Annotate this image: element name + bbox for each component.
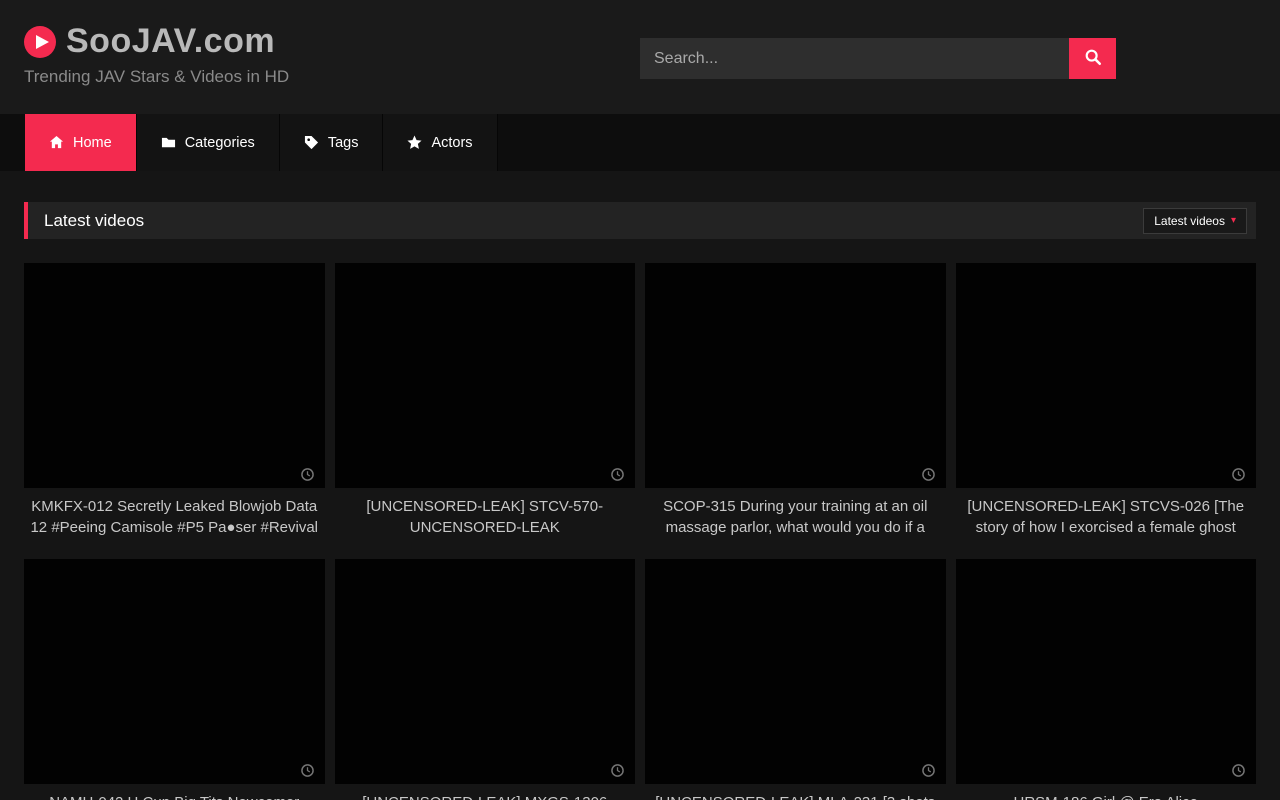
duration-clock-icon — [611, 764, 624, 777]
video-thumbnail[interactable] — [645, 263, 946, 488]
video-card[interactable]: [UNCENSORED-LEAK] MXGS-1306 Absolutely — [335, 559, 636, 800]
video-title[interactable]: HRSM-186 Girl @ Era Alice — [956, 793, 1257, 800]
search-button[interactable] — [1069, 38, 1116, 79]
video-card[interactable]: [UNCENSORED-LEAK] STCVS-026 [The story o… — [956, 263, 1257, 538]
nav-item-actors[interactable]: Actors — [383, 114, 497, 171]
home-icon — [49, 135, 64, 150]
nav-item-home[interactable]: Home — [25, 114, 137, 171]
main-content: Latest videos Latest videos ▾ KMKFX-012 … — [0, 171, 1280, 800]
video-thumbnail[interactable] — [24, 559, 325, 784]
video-thumbnail[interactable] — [956, 263, 1257, 488]
video-card[interactable]: SCOP-315 During your training at an oil … — [645, 263, 946, 538]
chevron-down-icon: ▾ — [1231, 215, 1236, 226]
play-logo-icon — [24, 26, 56, 58]
video-thumbnail[interactable] — [335, 559, 636, 784]
video-grid: KMKFX-012 Secretly Leaked Blowjob Data 1… — [24, 263, 1256, 800]
nav-item-label: Actors — [431, 135, 472, 151]
nav-item-label: Tags — [328, 135, 359, 151]
video-thumbnail[interactable] — [645, 559, 946, 784]
video-title[interactable]: NAMH-042 H Cup Big Tits Newcomer (170cm … — [24, 793, 325, 800]
duration-clock-icon — [301, 468, 314, 481]
section-title: Latest videos — [44, 211, 144, 231]
duration-clock-icon — [301, 764, 314, 777]
video-card[interactable]: KMKFX-012 Secretly Leaked Blowjob Data 1… — [24, 263, 325, 538]
sort-dropdown-label: Latest videos — [1154, 214, 1225, 228]
video-title[interactable]: KMKFX-012 Secretly Leaked Blowjob Data 1… — [24, 497, 325, 538]
duration-clock-icon — [611, 468, 624, 481]
video-card[interactable]: [UNCENSORED-LEAK] STCV-570-UNCENSORED-LE… — [335, 263, 636, 538]
video-title[interactable]: [UNCENSORED-LEAK] STCVS-026 [The story o… — [956, 497, 1257, 538]
nav-item-tags[interactable]: Tags — [280, 114, 384, 171]
tag-icon — [304, 135, 319, 150]
site-header: SooJAV.com Trending JAV Stars & Videos i… — [0, 0, 1280, 114]
section-header: Latest videos Latest videos ▾ — [24, 202, 1256, 239]
video-card[interactable]: NAMH-042 H Cup Big Tits Newcomer (170cm … — [24, 559, 325, 800]
video-title[interactable]: [UNCENSORED-LEAK] MLA-231 [3 shots in — [645, 793, 946, 800]
video-title[interactable]: [UNCENSORED-LEAK] MXGS-1306 Absolutely — [335, 793, 636, 800]
video-thumbnail[interactable] — [24, 263, 325, 488]
section-accent-bar — [24, 202, 28, 239]
duration-clock-icon — [1232, 468, 1245, 481]
video-thumbnail[interactable] — [956, 559, 1257, 784]
star-icon — [407, 135, 422, 150]
search-box — [640, 38, 1116, 79]
video-title[interactable]: [UNCENSORED-LEAK] STCV-570-UNCENSORED-LE… — [335, 497, 636, 538]
nav-item-categories[interactable]: Categories — [137, 114, 280, 171]
search-icon — [1084, 48, 1102, 69]
folder-icon — [161, 135, 176, 150]
site-title: SooJAV.com — [66, 22, 275, 61]
duration-clock-icon — [922, 468, 935, 481]
sort-dropdown-button[interactable]: Latest videos ▾ — [1143, 208, 1247, 234]
video-title[interactable]: SCOP-315 During your training at an oil … — [645, 497, 946, 538]
nav-item-label: Home — [73, 135, 112, 151]
video-thumbnail[interactable] — [335, 263, 636, 488]
main-nav: Home Categories Tags Actors — [0, 114, 1280, 171]
video-card[interactable]: [UNCENSORED-LEAK] MLA-231 [3 shots in — [645, 559, 946, 800]
duration-clock-icon — [922, 764, 935, 777]
duration-clock-icon — [1232, 764, 1245, 777]
nav-item-label: Categories — [185, 135, 255, 151]
video-card[interactable]: HRSM-186 Girl @ Era Alice — [956, 559, 1257, 800]
search-input[interactable] — [640, 38, 1069, 79]
